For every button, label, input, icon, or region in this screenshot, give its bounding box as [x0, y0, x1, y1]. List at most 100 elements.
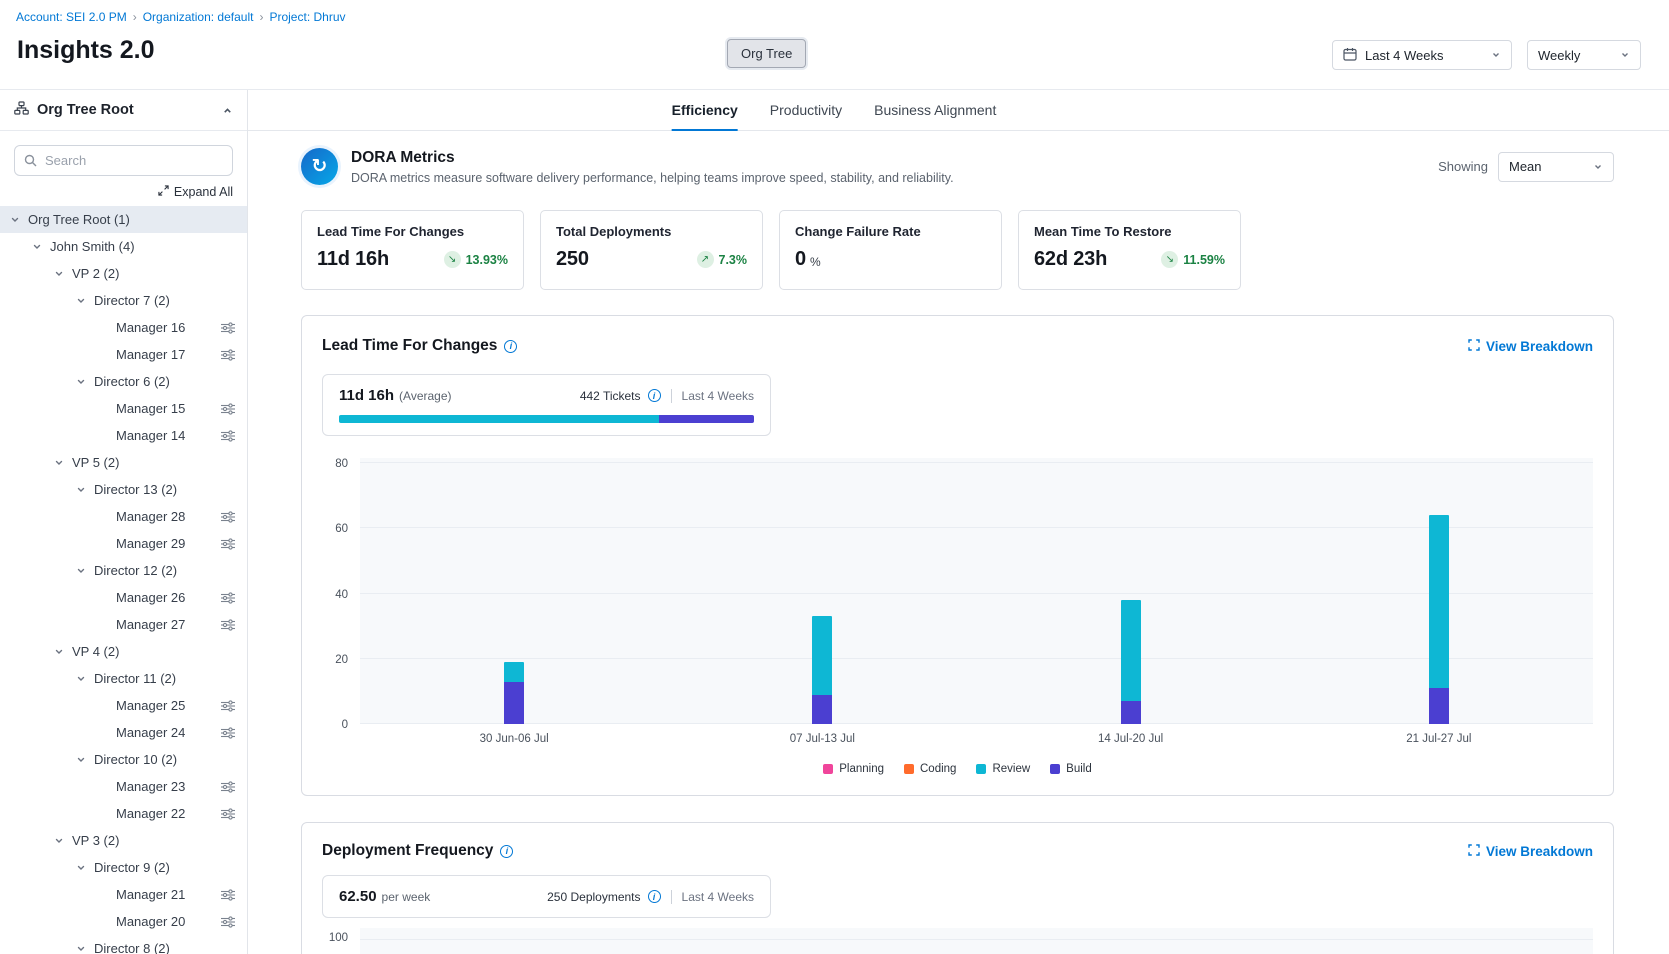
tree-item-john-smith-4[interactable]: John Smith (4): [0, 233, 247, 260]
chevron-down-icon[interactable]: [54, 647, 72, 657]
legend-item-build[interactable]: Build: [1050, 763, 1092, 775]
tree-item-director-8-2[interactable]: Director 8 (2): [0, 935, 247, 954]
filters-icon[interactable]: [213, 403, 235, 415]
bar-segment-review[interactable]: [812, 616, 832, 694]
breadcrumb-link-2[interactable]: Project: Dhruv: [269, 10, 345, 24]
tree-item-label: Manager 21: [116, 887, 185, 902]
chevron-down-icon[interactable]: [76, 485, 94, 495]
tree-item-manager-20[interactable]: Manager 20: [0, 908, 247, 935]
tree-item-manager-16[interactable]: Manager 16: [0, 314, 247, 341]
showing-select[interactable]: Mean: [1498, 152, 1614, 182]
tree-item-director-6-2[interactable]: Director 6 (2): [0, 368, 247, 395]
expand-all-label: Expand All: [174, 185, 233, 199]
breadcrumb-link-0[interactable]: Account: SEI 2.0 PM: [16, 10, 127, 24]
tree-item-director-11-2[interactable]: Director 11 (2): [0, 665, 247, 692]
tree-item-vp-4-2[interactable]: VP 4 (2): [0, 638, 247, 665]
chevron-down-icon[interactable]: [54, 269, 72, 279]
tree-item-org-tree-root-1[interactable]: Org Tree Root (1): [0, 206, 247, 233]
showing-control: Showing Mean: [1438, 152, 1614, 182]
legend-item-coding[interactable]: Coding: [904, 763, 956, 775]
tree-item-manager-23[interactable]: Manager 23: [0, 773, 247, 800]
chevron-down-icon[interactable]: [76, 863, 94, 873]
bar-segment-review[interactable]: [1121, 600, 1141, 701]
tree-item-manager-24[interactable]: Manager 24: [0, 719, 247, 746]
filters-icon[interactable]: [213, 916, 235, 928]
filters-icon[interactable]: [213, 727, 235, 739]
tab-productivity[interactable]: Productivity: [770, 90, 842, 130]
chevron-down-icon[interactable]: [76, 674, 94, 684]
view-breakdown-link[interactable]: View Breakdown: [1468, 844, 1593, 859]
tree-item-label: Director 7 (2): [94, 293, 170, 308]
chevron-down-icon[interactable]: [54, 836, 72, 846]
filters-icon[interactable]: [213, 889, 235, 901]
granularity-select[interactable]: Weekly: [1527, 40, 1641, 70]
bar-segment-build[interactable]: [1429, 688, 1449, 724]
tree-item-manager-25[interactable]: Manager 25: [0, 692, 247, 719]
filters-icon[interactable]: [213, 592, 235, 604]
summary-deployments: 250 Deployments: [547, 890, 640, 904]
tree-item-director-10-2[interactable]: Director 10 (2): [0, 746, 247, 773]
filters-icon[interactable]: [213, 538, 235, 550]
filters-icon[interactable]: [213, 511, 235, 523]
tree-item-vp-3-2[interactable]: VP 3 (2): [0, 827, 247, 854]
stacked-bar-14-jul-20-jul[interactable]: [1121, 600, 1141, 724]
tree-item-manager-26[interactable]: Manager 26: [0, 584, 247, 611]
info-icon[interactable]: [504, 340, 517, 353]
tree-item-manager-22[interactable]: Manager 22: [0, 800, 247, 827]
legend-item-planning[interactable]: Planning: [823, 763, 884, 775]
tree-item-manager-17[interactable]: Manager 17: [0, 341, 247, 368]
tree-item-manager-29[interactable]: Manager 29: [0, 530, 247, 557]
info-icon[interactable]: [648, 890, 661, 903]
bar-segment-build[interactable]: [1121, 701, 1141, 724]
chevron-down-icon[interactable]: [76, 944, 94, 954]
stacked-bar-30-jun-06-jul[interactable]: [504, 662, 524, 724]
filters-icon[interactable]: [213, 808, 235, 820]
tree-item-director-9-2[interactable]: Director 9 (2): [0, 854, 247, 881]
filters-icon[interactable]: [213, 430, 235, 442]
bar-segment-build[interactable]: [504, 682, 524, 724]
filters-icon[interactable]: [213, 322, 235, 334]
tab-efficiency[interactable]: Efficiency: [672, 90, 738, 130]
stacked-bar-07-jul-13-jul[interactable]: [812, 616, 832, 724]
tree-item-manager-14[interactable]: Manager 14: [0, 422, 247, 449]
tree-item-manager-15[interactable]: Manager 15: [0, 395, 247, 422]
metric-value: 62d 23h: [1034, 248, 1107, 271]
filters-icon[interactable]: [213, 781, 235, 793]
chevron-down-icon[interactable]: [54, 458, 72, 468]
tree-item-vp-5-2[interactable]: VP 5 (2): [0, 449, 247, 476]
tree-item-director-13-2[interactable]: Director 13 (2): [0, 476, 247, 503]
chevron-down-icon[interactable]: [76, 566, 94, 576]
chevron-down-icon[interactable]: [32, 242, 50, 252]
tree-item-label: VP 5 (2): [72, 455, 119, 470]
breadcrumb-link-1[interactable]: Organization: default: [143, 10, 254, 24]
view-breakdown-link[interactable]: View Breakdown: [1468, 339, 1593, 354]
bar-segment-build[interactable]: [812, 695, 832, 724]
info-icon[interactable]: [500, 845, 513, 858]
x-tick-label: 30 Jun-06 Jul: [360, 733, 668, 745]
search-input[interactable]: [14, 145, 233, 176]
filters-icon[interactable]: [213, 349, 235, 361]
collapse-panel-icon[interactable]: [222, 105, 233, 116]
info-icon[interactable]: [648, 389, 661, 402]
bar-segment-review[interactable]: [1429, 515, 1449, 688]
tree-item-manager-28[interactable]: Manager 28: [0, 503, 247, 530]
expand-all-button[interactable]: Expand All: [158, 185, 233, 199]
tree-item-director-7-2[interactable]: Director 7 (2): [0, 287, 247, 314]
legend-item-review[interactable]: Review: [976, 763, 1030, 775]
chevron-down-icon[interactable]: [76, 296, 94, 306]
tree-item-manager-27[interactable]: Manager 27: [0, 611, 247, 638]
stacked-bar-21-jul-27-jul[interactable]: [1429, 515, 1449, 724]
trend-value: 13.93%: [466, 253, 508, 267]
filters-icon[interactable]: [213, 619, 235, 631]
chevron-down-icon[interactable]: [76, 377, 94, 387]
tree-item-vp-2-2[interactable]: VP 2 (2): [0, 260, 247, 287]
filters-icon[interactable]: [213, 700, 235, 712]
chevron-down-icon[interactable]: [10, 215, 28, 225]
org-tree-button[interactable]: Org Tree: [727, 39, 806, 68]
tab-business-alignment[interactable]: Business Alignment: [874, 90, 996, 130]
tree-item-director-12-2[interactable]: Director 12 (2): [0, 557, 247, 584]
tree-item-manager-21[interactable]: Manager 21: [0, 881, 247, 908]
bar-segment-review[interactable]: [504, 662, 524, 682]
date-range-select[interactable]: Last 4 Weeks: [1332, 40, 1512, 70]
chevron-down-icon[interactable]: [76, 755, 94, 765]
